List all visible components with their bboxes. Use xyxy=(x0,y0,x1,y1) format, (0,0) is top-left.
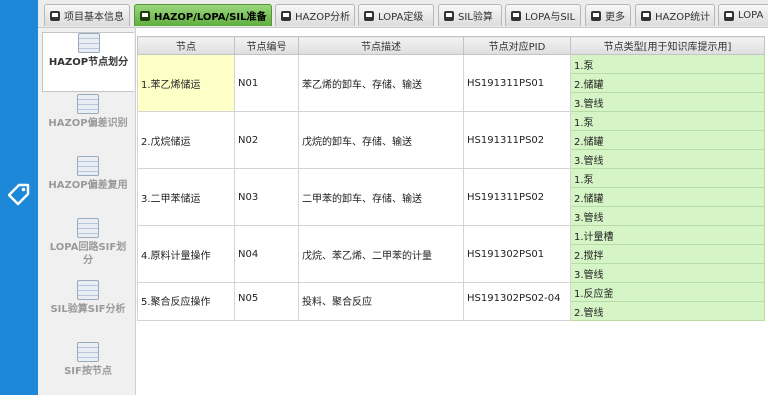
sidebar-item-lopa-sif-division[interactable]: LOPA回路SIF划分 xyxy=(42,218,134,278)
node-cell[interactable]: 5.聚合反应操作 xyxy=(137,282,235,321)
node-type-cell[interactable]: 3.管线 xyxy=(570,206,765,226)
sidebar-item-label: SIF按节点 xyxy=(64,366,112,377)
sidebar-item-hazop-deviation-reuse[interactable]: HAZOP偏差复用 xyxy=(42,156,134,216)
node-type-cell[interactable]: 1.泵 xyxy=(570,111,765,131)
node-cell[interactable]: 1.苯乙烯储运 xyxy=(137,54,235,112)
node-type-cell[interactable]: 1.泵 xyxy=(570,54,765,74)
node-type-cell[interactable]: 3.管线 xyxy=(570,92,765,112)
table-icon xyxy=(77,33,100,53)
tag-icon[interactable] xyxy=(5,180,33,208)
tab-label: HAZOP统计 xyxy=(655,12,711,23)
description-cell[interactable]: 投料、聚合反应 xyxy=(298,282,464,321)
tab-project-info[interactable]: 项目基本信息 xyxy=(44,4,130,26)
code-cell[interactable]: N03 xyxy=(234,168,299,226)
column-header-node-type[interactable]: 节点类型[用于知识库提示用] xyxy=(570,36,765,55)
node-type-cell[interactable]: 1.计量槽 xyxy=(570,225,765,245)
table-icon xyxy=(77,94,99,114)
sidebar-item-hazop-deviation-identify[interactable]: HAZOP偏差识别 xyxy=(42,94,134,154)
tab-bar: 项目基本信息 HAZOP/LOPA/SIL准备 HAZOP分析 LOPA定级 S… xyxy=(38,0,768,28)
table-row[interactable]: 5.聚合反应操作 N05 投料、聚合反应 HS191302PS02-04 1.反… xyxy=(137,282,765,321)
tab-lopa[interactable]: LOPA xyxy=(718,4,768,26)
node-table: 节点 节点编号 节点描述 节点对应PID 节点类型[用于知识库提示用] 1.苯乙… xyxy=(137,36,765,321)
table-icon xyxy=(77,218,99,238)
sidebar-item-label: LOPA回路SIF划分 xyxy=(49,242,127,266)
table-row[interactable]: 3.二甲苯储运 N03 二甲苯的卸车、存储、输送 HS191311PS02 1.… xyxy=(137,168,765,226)
sidebar-item-sil-sif-analysis[interactable]: SIL验算SIF分析 xyxy=(42,280,134,340)
tab-icon xyxy=(50,10,60,21)
tab-icon xyxy=(281,10,291,21)
table-icon xyxy=(77,280,99,300)
node-type-cell[interactable]: 3.管线 xyxy=(570,149,765,169)
node-grid: 节点 节点编号 节点描述 节点对应PID 节点类型[用于知识库提示用] 1.苯乙… xyxy=(137,36,768,395)
table-row[interactable]: 2.戊烷储运 N02 戊烷的卸车、存储、输送 HS191311PS02 1.泵 xyxy=(137,111,765,169)
node-type-cell[interactable]: 2.储罐 xyxy=(570,73,765,93)
sidebar-item-label: HAZOP偏差识别 xyxy=(48,118,128,129)
code-cell[interactable]: N04 xyxy=(234,225,299,283)
description-cell[interactable]: 戊烷的卸车、存储、输送 xyxy=(298,111,464,169)
tab-icon xyxy=(724,10,734,21)
tab-label: HAZOP分析 xyxy=(295,12,351,23)
code-cell[interactable]: N01 xyxy=(234,54,299,112)
sidebar-item-label: HAZOP偏差复用 xyxy=(48,180,128,191)
table-icon xyxy=(77,156,99,176)
description-cell[interactable]: 苯乙烯的卸车、存储、输送 xyxy=(298,54,464,112)
tab-hazop-stats[interactable]: HAZOP统计 xyxy=(635,4,715,26)
node-cell[interactable]: 3.二甲苯储运 xyxy=(137,168,235,226)
tab-icon xyxy=(140,10,150,21)
column-header-node[interactable]: 节点 xyxy=(137,36,235,55)
code-cell[interactable]: N02 xyxy=(234,111,299,169)
node-type-cell[interactable]: 1.反应釜 xyxy=(570,282,765,302)
tab-hazop-analysis[interactable]: HAZOP分析 xyxy=(275,4,355,26)
tab-hazop-lopa-sil-prep[interactable]: HAZOP/LOPA/SIL准备 xyxy=(134,4,272,26)
node-type-cell[interactable]: 1.泵 xyxy=(570,168,765,188)
tab-label: 更多 xyxy=(605,12,625,23)
node-type-cell[interactable]: 2.储罐 xyxy=(570,187,765,207)
tab-lopa-and-sil[interactable]: LOPA与SIL xyxy=(505,4,581,26)
pid-cell[interactable]: HS191311PS02 xyxy=(463,111,571,169)
description-cell[interactable]: 戊烷、苯乙烯、二甲苯的计量 xyxy=(298,225,464,283)
tab-more[interactable]: 更多 xyxy=(585,4,631,26)
code-cell[interactable]: N05 xyxy=(234,282,299,321)
sidebar-item-label: HAZOP节点划分 xyxy=(48,57,129,68)
pid-cell[interactable]: HS191311PS02 xyxy=(463,168,571,226)
node-type-cell[interactable]: 2.搅拌 xyxy=(570,244,765,264)
table-header-row: 节点 节点编号 节点描述 节点对应PID 节点类型[用于知识库提示用] xyxy=(137,36,765,55)
column-header-code[interactable]: 节点编号 xyxy=(234,36,299,55)
tab-icon xyxy=(511,10,521,21)
tab-sil-verification[interactable]: SIL验算 xyxy=(438,4,502,26)
tab-label: LOPA xyxy=(738,10,764,21)
sidebar-item-hazop-node-division[interactable]: HAZOP节点划分 xyxy=(42,32,134,92)
column-header-description[interactable]: 节点描述 xyxy=(298,36,464,55)
tab-label: LOPA与SIL xyxy=(525,12,576,23)
column-header-pid[interactable]: 节点对应PID xyxy=(463,36,571,55)
left-rail xyxy=(0,0,38,395)
pid-cell[interactable]: HS191302PS01 xyxy=(463,225,571,283)
pid-cell[interactable]: HS191311PS01 xyxy=(463,54,571,112)
table-icon xyxy=(77,342,99,362)
tab-label: LOPA定级 xyxy=(378,12,424,23)
sidebar-item-label: SIL验算SIF分析 xyxy=(50,304,126,315)
node-type-cell[interactable]: 2.储罐 xyxy=(570,130,765,150)
app-window: 项目基本信息 HAZOP/LOPA/SIL准备 HAZOP分析 LOPA定级 S… xyxy=(38,0,768,395)
tab-icon xyxy=(641,10,651,21)
tab-label: HAZOP/LOPA/SIL准备 xyxy=(154,12,267,23)
tab-icon xyxy=(591,10,601,21)
sidebar: HAZOP节点划分 HAZOP偏差识别 HAZOP偏差复用 LOPA回路SIF划… xyxy=(38,28,136,395)
node-cell[interactable]: 4.原料计量操作 xyxy=(137,225,235,283)
node-type-cell[interactable]: 2.管线 xyxy=(570,301,765,321)
sidebar-item-sif-by-node[interactable]: SIF按节点 xyxy=(42,342,134,395)
tab-label: SIL验算 xyxy=(458,12,493,23)
tab-icon xyxy=(364,10,374,21)
description-cell[interactable]: 二甲苯的卸车、存储、输送 xyxy=(298,168,464,226)
tab-icon xyxy=(444,10,454,21)
node-type-cell[interactable]: 3.管线 xyxy=(570,263,765,283)
table-row[interactable]: 4.原料计量操作 N04 戊烷、苯乙烯、二甲苯的计量 HS191302PS01 … xyxy=(137,225,765,283)
node-cell[interactable]: 2.戊烷储运 xyxy=(137,111,235,169)
pid-cell[interactable]: HS191302PS02-04 xyxy=(463,282,571,321)
table-row[interactable]: 1.苯乙烯储运 N01 苯乙烯的卸车、存储、输送 HS191311PS01 1.… xyxy=(137,54,765,112)
tab-lopa-rating[interactable]: LOPA定级 xyxy=(358,4,434,26)
tab-label: 项目基本信息 xyxy=(64,12,124,23)
